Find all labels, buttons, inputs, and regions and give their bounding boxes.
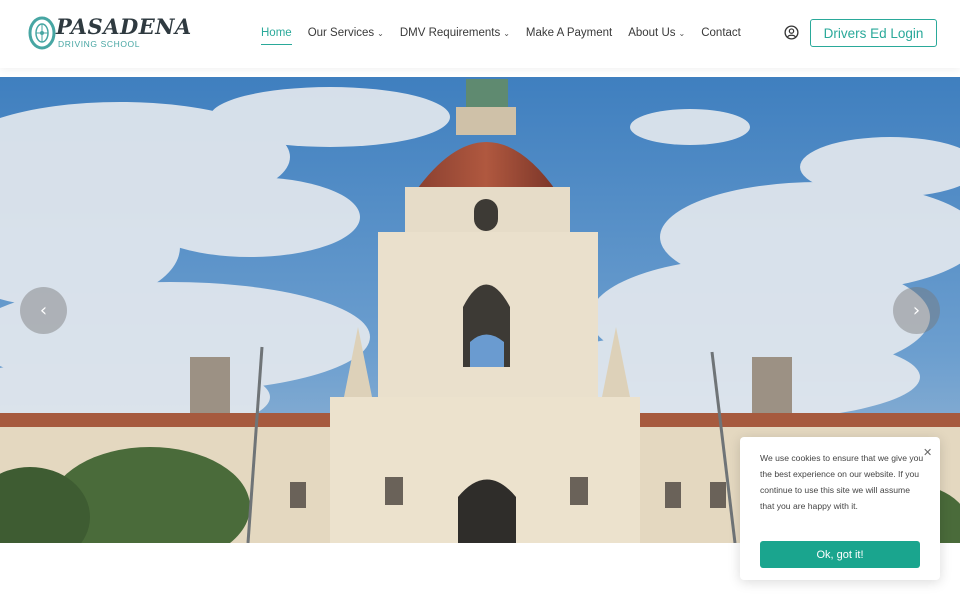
nav-item-label: Contact — [701, 27, 741, 39]
nav-item-label: Home — [261, 27, 292, 39]
nav-item-dmv-requirements[interactable]: DMV Requirements ⌄ — [400, 24, 510, 42]
chevron-down-icon: ⌄ — [503, 28, 510, 38]
cookie-accept-button[interactable]: Ok, got it! — [760, 541, 920, 568]
nav-item-label: About Us — [628, 27, 676, 39]
nav-item-label: DMV Requirements — [399, 27, 501, 39]
main-nav: Home Our Services ⌄ DMV Requirements ⌄ M… — [261, 24, 757, 45]
user-circle-icon[interactable] — [784, 25, 799, 40]
nav-item-about-us[interactable]: About Us ⌄ — [628, 24, 685, 42]
site-header: PASADENA DRIVING SCHOOL Home Our Service… — [0, 0, 960, 68]
nav-item-contact[interactable]: Contact — [701, 24, 741, 42]
drivers-ed-login-button[interactable]: Drivers Ed Login — [810, 19, 937, 47]
nav-item-home[interactable]: Home — [261, 24, 292, 45]
chevron-down-icon: ⌄ — [678, 28, 686, 38]
brand-name: PASADENA — [56, 14, 192, 39]
nav-item-our-services[interactable]: Our Services ⌄ — [308, 24, 384, 42]
slider-next-button[interactable]: › — [893, 287, 940, 334]
slider-prev-button[interactable]: ‹ — [20, 287, 67, 334]
cookie-notice: We use cookies to ensure that we give yo… — [740, 437, 940, 580]
brand-tagline: DRIVING SCHOOL — [58, 39, 141, 49]
wheel-logo-icon — [28, 16, 56, 50]
nav-item-label: Make A Payment — [525, 27, 613, 39]
chevron-down-icon: ⌄ — [377, 28, 384, 38]
nav-item-make-a-payment[interactable]: Make A Payment — [526, 24, 612, 42]
chevron-left-icon: ‹ — [39, 300, 48, 321]
close-icon[interactable]: ✕ — [923, 446, 932, 459]
chevron-right-icon: › — [912, 300, 921, 321]
cookie-message: We use cookies to ensure that we give yo… — [760, 453, 924, 511]
nav-item-label: Our Services — [307, 27, 375, 39]
site-logo[interactable]: PASADENA DRIVING SCHOOL — [28, 14, 191, 54]
